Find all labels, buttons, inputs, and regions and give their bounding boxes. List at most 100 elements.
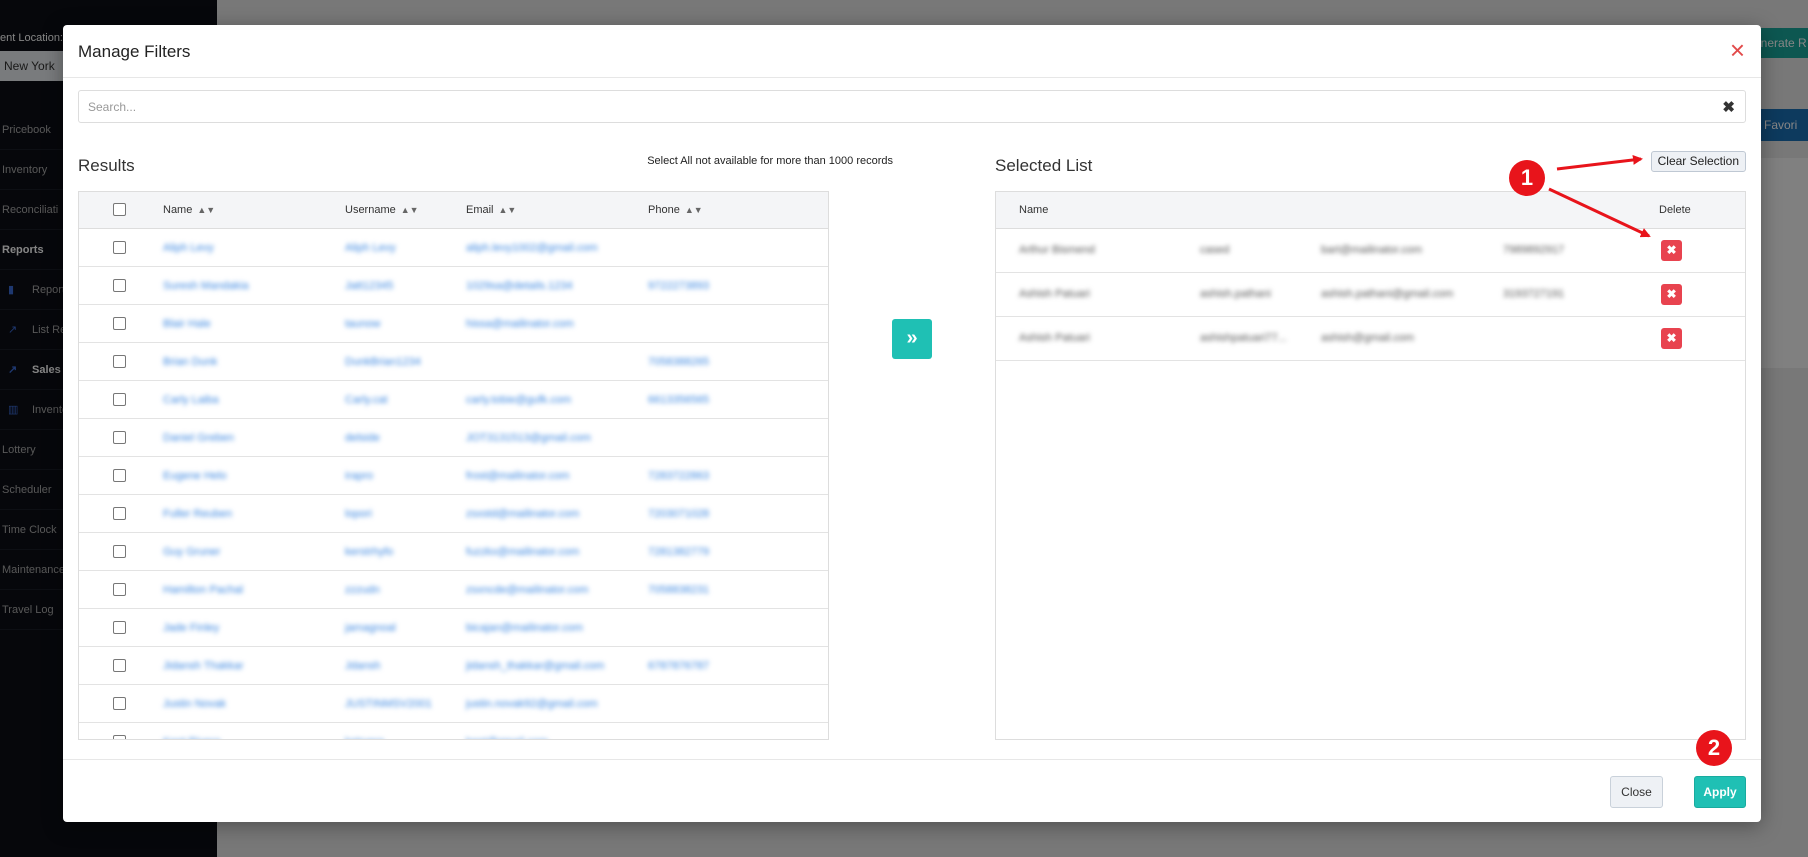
cell-email: justin.novak92@gmail.com <box>466 698 598 710</box>
clear-search-icon[interactable]: ✖ <box>1722 98 1735 116</box>
table-row[interactable]: Carly Laiba Carly.cat carly.tobie@gufk.com… <box>79 381 828 419</box>
cell-email: carly.tobie@gufk.com <box>466 394 572 406</box>
cell-phone: 7058838231 <box>648 584 710 596</box>
cell-email: hissa@mailinator.com <box>466 318 574 330</box>
cell-username: JUSTINMSV2001 <box>345 698 432 710</box>
select-all-note: Select All not available for more than 1… <box>647 155 893 167</box>
cell-username: delside <box>345 432 380 444</box>
row-checkbox[interactable] <box>113 431 126 444</box>
cell-name: Fuller Reuben <box>163 508 233 520</box>
column-header-name[interactable]: Name ▲▼ <box>163 204 215 216</box>
apply-button[interactable]: Apply <box>1694 776 1746 808</box>
cell-name: Justin Novak <box>163 698 226 710</box>
selected-table-header: Name Delete <box>996 192 1745 229</box>
column-header-delete: Delete <box>1659 204 1691 216</box>
results-table-body: Aliph Levy Aliph Levy aliph.levy1002@gmail… <box>79 229 828 739</box>
row-checkbox[interactable] <box>113 355 126 368</box>
cell-phone: 7281382779 <box>648 546 710 558</box>
row-checkbox[interactable] <box>113 659 126 672</box>
table-row[interactable]: Blair Hale taunow hissa@mailinator.com <box>79 305 828 343</box>
modal-header: Manage Filters × <box>63 25 1761 78</box>
table-row[interactable]: Eugene Helo irapro frost@mailinator.com 728… <box>79 457 828 495</box>
cell-email: bart@mailinator.com <box>1321 244 1423 256</box>
table-row[interactable]: Daniel Greben delside JOT3131513@gmail.com <box>79 419 828 457</box>
row-checkbox[interactable] <box>113 393 126 406</box>
delete-icon[interactable]: ✖ <box>1661 284 1682 305</box>
cell-email: bicajan@mailinator.com <box>466 622 583 634</box>
row-checkbox[interactable] <box>113 279 126 292</box>
row-checkbox[interactable] <box>113 697 126 710</box>
selected-row: Arthur Bismend cased bart@mailinator.com 79… <box>996 229 1745 273</box>
table-row[interactable]: Aliph Levy Aliph Levy aliph.levy1002@gmail… <box>79 229 828 267</box>
cell-email: fuzzkx@mailinator.com <box>466 546 580 558</box>
table-row[interactable]: Justin Novak JUSTINMSV2001 justin.novak92@… <box>79 685 828 723</box>
cell-username: irapro <box>345 470 374 482</box>
table-row[interactable]: Brian Dunk DunkBrian1234 7058388265 <box>79 343 828 381</box>
row-checkbox[interactable] <box>113 507 126 520</box>
close-button[interactable]: Close <box>1610 776 1663 808</box>
cell-username: zzzudn <box>345 584 380 596</box>
table-row[interactable]: Fuller Reuben lopori zsxstd@mailinator.com… <box>79 495 828 533</box>
cell-name: Arthur Bismend <box>1019 244 1095 256</box>
cell-username: Carly.cat <box>345 394 388 406</box>
column-label: Phone <box>648 204 680 216</box>
selected-table-body: Arthur Bismend cased bart@mailinator.com 79… <box>996 229 1745 361</box>
close-icon[interactable]: × <box>1730 37 1745 63</box>
cell-email: JOT3131513@gmail.com <box>466 432 591 444</box>
cell-name: Daniel Greben <box>163 432 234 444</box>
column-header-name: Name <box>1019 204 1049 216</box>
selected-table: Name Delete Arthur Bismend cased bart@mail… <box>995 191 1746 740</box>
sort-icon: ▲▼ <box>400 205 419 215</box>
table-row[interactable]: Hamilton Pachal zzzudn zsxncde@mailinator.… <box>79 571 828 609</box>
cell-username: lopori <box>345 508 372 520</box>
cell-email: kent@gmail.com <box>466 736 548 739</box>
cell-name: Eugene Helo <box>163 470 227 482</box>
annotation-badge-1: 1 <box>1509 160 1545 196</box>
add-to-selected-button[interactable]: » <box>892 319 932 359</box>
cell-email: ashish.pathani@gmail.com <box>1321 288 1454 300</box>
cell-email: zsxncde@mailinator.com <box>466 584 589 596</box>
cell-email: jidansh_thakkar@gmail.com <box>466 660 605 672</box>
select-all-checkbox[interactable] <box>113 203 126 216</box>
row-checkbox[interactable] <box>113 241 126 254</box>
cell-username: DunkBrian1234 <box>345 356 421 368</box>
cell-phone: 3193727191 <box>1503 288 1565 300</box>
cell-name: Blair Hale <box>163 318 211 330</box>
row-checkbox[interactable] <box>113 545 126 558</box>
table-row[interactable]: Jidansh Thakkar Jdansh jidansh_thakkar@gma… <box>79 647 828 685</box>
cell-username: cased <box>1200 244 1230 256</box>
table-row[interactable]: Guy Gruner kerstrhyfo fuzzkx@mailinator.co… <box>79 533 828 571</box>
cell-phone: 9722273893 <box>648 280 710 292</box>
cell-username: ashishpatuari77... <box>1200 332 1287 344</box>
delete-icon[interactable]: ✖ <box>1661 328 1682 349</box>
cell-email: aliph.levy1002@gmail.com <box>466 242 598 254</box>
sort-icon: ▲▼ <box>498 205 517 215</box>
row-checkbox[interactable] <box>113 735 126 739</box>
cell-email: zsxstd@mailinator.com <box>466 508 580 520</box>
column-header-email[interactable]: Email ▲▼ <box>466 204 516 216</box>
table-row[interactable]: Jade Finley jamagnoal bicajan@mailinator.c… <box>79 609 828 647</box>
cell-phone: 7989892917 <box>1503 244 1565 256</box>
cell-username: taunow <box>345 318 381 330</box>
column-label: Name <box>163 204 193 216</box>
row-checkbox[interactable] <box>113 621 126 634</box>
row-checkbox[interactable] <box>113 469 126 482</box>
column-header-phone[interactable]: Phone ▲▼ <box>648 204 703 216</box>
cell-name: Carly Laiba <box>163 394 219 406</box>
column-header-username[interactable]: Username ▲▼ <box>345 204 419 216</box>
cell-phone: 7283722863 <box>648 470 710 482</box>
row-checkbox[interactable] <box>113 317 126 330</box>
row-checkbox[interactable] <box>113 583 126 596</box>
table-row[interactable]: Kent Rivera kstrvera kent@gmail.com <box>79 723 828 739</box>
search-input[interactable] <box>79 91 1745 122</box>
cell-name: Guy Gruner <box>163 546 221 558</box>
clear-selection-button[interactable]: Clear Selection <box>1650 151 1746 172</box>
cell-name: Aliph Levy <box>163 242 214 254</box>
cell-name: Ashish Patuari <box>1019 288 1090 300</box>
delete-icon[interactable]: ✖ <box>1661 240 1682 261</box>
cell-name: Suresh Mandakia <box>163 280 249 292</box>
results-table-header: Name ▲▼ Username ▲▼ Email ▲▼ Phone ▲▼ <box>79 192 828 229</box>
table-row[interactable]: Suresh Mandakia Jatt12345 1029sa@details.1… <box>79 267 828 305</box>
cell-username: Aliph Levy <box>345 242 396 254</box>
cell-username: kerstrhyfo <box>345 546 394 558</box>
